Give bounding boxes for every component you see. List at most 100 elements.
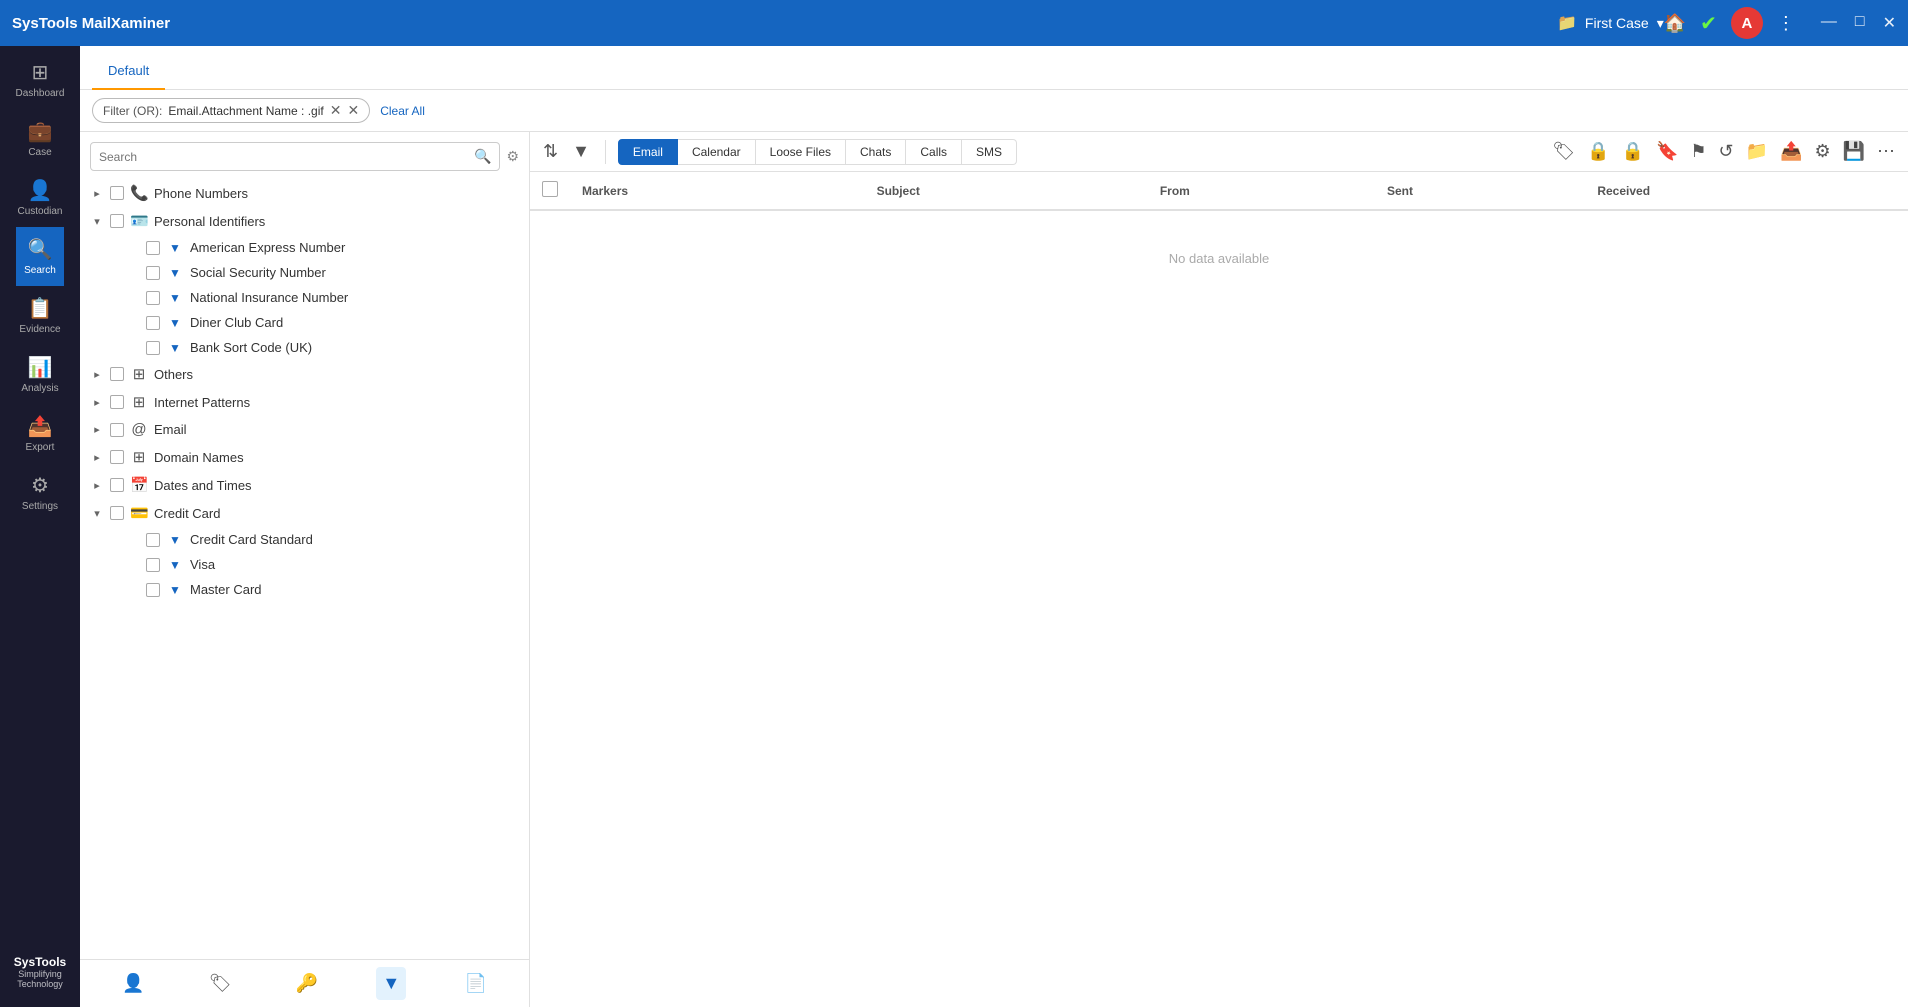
close-button[interactable]: ✕	[1883, 13, 1896, 33]
left-panel: 🔍 ⚙ ▸ 📞 Phone Numbers ▾ 🪪 Personal Ident…	[80, 132, 530, 1007]
home-icon[interactable]: 🏠	[1664, 13, 1686, 34]
tree-item-visa[interactable]: ▼ Visa	[80, 552, 529, 577]
avatar[interactable]: A	[1731, 7, 1763, 39]
sidebar-item-dashboard[interactable]: ⊞Dashboard	[16, 50, 65, 109]
tree-item-internet-patterns[interactable]: ▸ ⊞ Internet Patterns	[80, 388, 529, 416]
tree-item-phone-numbers[interactable]: ▸ 📞 Phone Numbers	[80, 179, 529, 207]
checkbox-email[interactable]	[110, 423, 124, 437]
view-tab-chats-tab[interactable]: Chats	[846, 139, 906, 165]
tree-item-email[interactable]: ▸ @ Email	[80, 416, 529, 443]
person-icon[interactable]: 👤	[116, 967, 150, 1000]
view-tab-loose-files-tab[interactable]: Loose Files	[756, 139, 846, 165]
checkbox-national-insurance[interactable]	[146, 291, 160, 305]
tree-item-domain-names[interactable]: ▸ ⊞ Domain Names	[80, 443, 529, 471]
lock1-icon[interactable]: 🔒	[1584, 138, 1612, 165]
filter-icon-national-insurance: ▼	[166, 291, 184, 305]
doc-icon[interactable]: 📄	[458, 967, 492, 1000]
filter-active-icon[interactable]: ▼	[376, 967, 406, 1000]
more-icon[interactable]: ⋯	[1874, 138, 1898, 165]
flag-icon[interactable]: ⚑	[1687, 138, 1709, 165]
sidebar-item-search[interactable]: 🔍Search	[16, 227, 65, 286]
icon-dates-times: 📅	[130, 476, 148, 494]
tree-arrow-credit-card: ▾	[90, 507, 104, 520]
sidebar-item-settings[interactable]: ⚙ Settings	[16, 463, 65, 522]
lock2-icon[interactable]: 🔒	[1619, 138, 1647, 165]
settings2-icon[interactable]: ⚙	[1811, 138, 1833, 165]
sidebar-item-export[interactable]: 📤Export	[16, 404, 65, 463]
header-checkbox[interactable]	[542, 181, 558, 197]
rt-filter-icon[interactable]: ▼	[569, 138, 593, 165]
chip-close2-icon[interactable]: ✕	[347, 102, 359, 119]
filter-icon-american-express: ▼	[166, 241, 184, 255]
filter-icon-visa: ▼	[166, 558, 184, 572]
sidebar-item-case[interactable]: 💼Case	[16, 109, 65, 168]
checkbox-personal-identifiers[interactable]	[110, 214, 124, 228]
th-check	[530, 172, 570, 210]
view-tab-email-tab[interactable]: Email	[618, 139, 678, 165]
folder2-icon[interactable]: 📁	[1743, 138, 1771, 165]
refresh-icon[interactable]: ↺	[1716, 138, 1737, 165]
checkbox-master-card[interactable]	[146, 583, 160, 597]
label-american-express: American Express Number	[190, 240, 519, 255]
sidebar-label-analysis: Analysis	[21, 383, 58, 394]
tree-arrow-personal-identifiers: ▾	[90, 215, 104, 228]
tag2-icon[interactable]: 🏷	[1549, 138, 1578, 165]
label-phone-numbers: Phone Numbers	[154, 186, 519, 201]
view-tab-calls-tab[interactable]: Calls	[906, 139, 962, 165]
search-icon[interactable]: 🔍	[474, 148, 491, 165]
export2-icon[interactable]: 📤	[1777, 138, 1805, 165]
sidebar: ⊞Dashboard💼Case👤Custodian🔍Search📋Evidenc…	[0, 46, 80, 1007]
tree-item-diner-club[interactable]: ▼ Diner Club Card	[80, 310, 529, 335]
checkbox-cc-standard[interactable]	[146, 533, 160, 547]
checkbox-bank-sort[interactable]	[146, 341, 160, 355]
tree-item-bank-sort[interactable]: ▼ Bank Sort Code (UK)	[80, 335, 529, 360]
checkbox-others[interactable]	[110, 367, 124, 381]
bookmark-icon[interactable]: 🔖	[1653, 138, 1681, 165]
tree-item-social-security[interactable]: ▼ Social Security Number	[80, 260, 529, 285]
tree-item-dates-times[interactable]: ▸ 📅 Dates and Times	[80, 471, 529, 499]
maximize-button[interactable]: □	[1855, 13, 1865, 33]
chip-close-icon[interactable]: ✕	[330, 102, 342, 119]
checkbox-visa[interactable]	[146, 558, 160, 572]
hierarchy-icon[interactable]: ⇅	[540, 138, 561, 165]
tree-arrow-phone-numbers: ▸	[90, 187, 104, 200]
tree-item-master-card[interactable]: ▼ Master Card	[80, 577, 529, 602]
search-input[interactable]	[99, 150, 474, 164]
checkbox-phone-numbers[interactable]	[110, 186, 124, 200]
label-master-card: Master Card	[190, 582, 519, 597]
tree-item-others[interactable]: ▸ ⊞ Others	[80, 360, 529, 388]
analysis-icon: 📊	[28, 355, 53, 380]
tree-item-personal-identifiers[interactable]: ▾ 🪪 Personal Identifiers	[80, 207, 529, 235]
checkbox-internet-patterns[interactable]	[110, 395, 124, 409]
view-tab-sms-tab[interactable]: SMS	[962, 139, 1017, 165]
label-cc-standard: Credit Card Standard	[190, 532, 519, 547]
tab-default[interactable]: Default	[92, 53, 165, 90]
data-table: Markers Subject From Sent Received No da…	[530, 172, 1908, 306]
checkbox-american-express[interactable]	[146, 241, 160, 255]
tree-item-american-express[interactable]: ▼ American Express Number	[80, 235, 529, 260]
checkbox-dates-times[interactable]	[110, 478, 124, 492]
checkbox-social-security[interactable]	[146, 266, 160, 280]
clear-all-button[interactable]: Clear All	[380, 104, 425, 118]
dropdown-arrow[interactable]: ▾	[1657, 15, 1664, 32]
sidebar-label-settings: Settings	[22, 501, 58, 512]
save-icon[interactable]: 💾	[1840, 138, 1868, 165]
search-settings-icon[interactable]: ⚙	[506, 148, 519, 165]
tree-item-cc-standard[interactable]: ▼ Credit Card Standard	[80, 527, 529, 552]
kebab-menu-icon[interactable]: ⋮	[1777, 13, 1795, 34]
tree-item-national-insurance[interactable]: ▼ National Insurance Number	[80, 285, 529, 310]
tag-icon[interactable]: 🏷	[203, 967, 238, 1000]
minimize-button[interactable]: —	[1821, 13, 1837, 33]
tree-item-credit-card[interactable]: ▾ 💳 Credit Card	[80, 499, 529, 527]
sidebar-item-custodian[interactable]: 👤Custodian	[16, 168, 65, 227]
sidebar-item-evidence[interactable]: 📋Evidence	[16, 286, 65, 345]
checkbox-domain-names[interactable]	[110, 450, 124, 464]
sidebar-item-analysis[interactable]: 📊 Analysis	[16, 345, 65, 404]
filter-icon-bank-sort: ▼	[166, 341, 184, 355]
checkbox-credit-card[interactable]	[110, 506, 124, 520]
checkbox-diner-club[interactable]	[146, 316, 160, 330]
settings-icon: ⚙	[31, 473, 49, 498]
sidebar-label-custodian: Custodian	[17, 206, 62, 217]
key-icon[interactable]: 🔑	[290, 967, 324, 1000]
view-tab-calendar-tab[interactable]: Calendar	[678, 139, 756, 165]
